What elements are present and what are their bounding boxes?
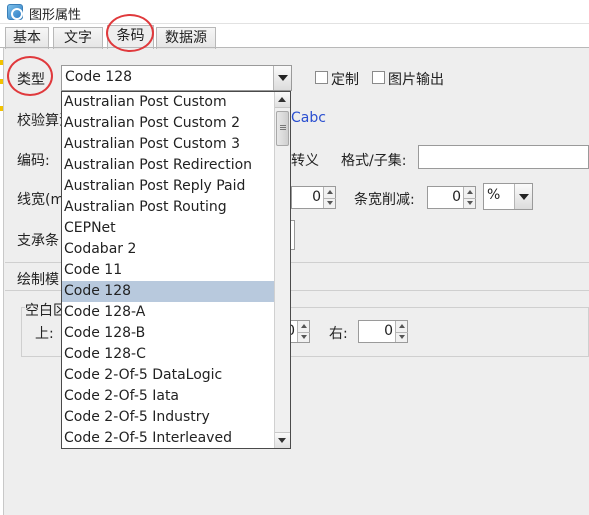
dropdown-option[interactable]: Codabar 2 <box>62 239 274 260</box>
image-output-checkbox[interactable] <box>372 71 385 84</box>
dropdown-option[interactable]: Australian Post Reply Paid <box>62 176 274 197</box>
ruler-marker <box>0 79 3 84</box>
right-margin-value: 0 <box>384 323 393 339</box>
tab-basic[interactable]: 基本 <box>5 27 49 49</box>
type-label: 类型 <box>17 72 45 88</box>
scroll-down-icon[interactable] <box>275 432 290 448</box>
spinner-buttons[interactable] <box>323 187 336 208</box>
bar-reduce-spinner[interactable]: 0 <box>427 186 476 209</box>
dropdown-option[interactable]: CEPNet <box>62 218 274 239</box>
dropdown-option[interactable]: Australian Post Redirection <box>62 155 274 176</box>
dropdown-option[interactable]: Australian Post Custom <box>62 92 274 113</box>
right-margin-label: 右: <box>329 326 348 342</box>
dropdown-scrollbar[interactable] <box>274 92 290 448</box>
dropdown-option[interactable]: Code 128-A <box>62 302 274 323</box>
spin-up-icon[interactable] <box>327 190 333 194</box>
tab-datasource[interactable]: 数据源 <box>156 27 216 49</box>
barcode-type-select[interactable]: Code 128 <box>61 65 292 91</box>
bar-reduce-value: 0 <box>452 189 461 205</box>
tab-strip: 基本 文字 条码 数据源 <box>0 24 589 49</box>
dropdown-option[interactable]: Code 128 <box>62 281 274 302</box>
line-width-value: 0 <box>312 189 321 205</box>
dropdown-option[interactable]: Code 128-C <box>62 344 274 365</box>
checksum-value: Cabc <box>291 110 326 126</box>
tab-text[interactable]: 文字 <box>53 27 103 49</box>
dropdown-arrow-button[interactable] <box>273 66 291 90</box>
spin-up-icon[interactable] <box>301 324 307 328</box>
chevron-down-icon <box>519 193 529 200</box>
top-margin-label: 上: <box>35 326 54 342</box>
escape-label: 转义 <box>291 153 319 169</box>
ruler-marker <box>0 60 3 65</box>
custom-checkbox[interactable] <box>315 71 328 84</box>
scrollbar-thumb[interactable] <box>276 111 289 146</box>
dropdown-arrow-button[interactable] <box>514 184 532 209</box>
chevron-down-icon <box>278 75 288 81</box>
dropdown-items: Australian Post Custom Australian Post Cu… <box>62 92 290 448</box>
line-width-label: 线宽(m <box>17 192 65 208</box>
draw-mode-label: 绘制模 <box>17 272 59 288</box>
format-label: 格式/子集: <box>341 153 407 169</box>
spinner-buttons[interactable] <box>297 321 310 342</box>
format-subset-input[interactable] <box>418 145 589 169</box>
unit-select[interactable]: % <box>483 183 533 210</box>
barcode-type-value: Code 128 <box>65 69 133 85</box>
tab-barcode[interactable]: 条码 <box>107 25 154 49</box>
tab-divider <box>0 47 589 48</box>
spin-down-icon[interactable] <box>467 201 473 205</box>
dropdown-option[interactable]: Australian Post Custom 2 <box>62 113 274 134</box>
spin-down-icon[interactable] <box>399 335 405 339</box>
window-title: 图形属性 <box>29 8 82 23</box>
app-icon <box>7 4 23 20</box>
barcode-properties-dialog: 图形属性 基本 文字 条码 数据源 类型 Code 128 定制 图片输出 校验… <box>0 0 589 515</box>
ruler-marker <box>0 106 3 111</box>
dropdown-option[interactable]: Code 11 <box>62 260 274 281</box>
right-margin-spinner[interactable]: 0 <box>358 320 408 343</box>
dropdown-option[interactable]: Code 2-Of-5 Iata <box>62 386 274 407</box>
spin-down-icon[interactable] <box>327 201 333 205</box>
spin-down-icon[interactable] <box>301 335 307 339</box>
title-bar: 图形属性 <box>0 0 589 24</box>
spinner-buttons[interactable] <box>463 187 476 208</box>
line-width-spinner[interactable]: 0 <box>291 186 336 209</box>
bar-reduce-label: 条宽削减: <box>354 192 415 208</box>
dropdown-option[interactable]: Code 2-Of-5 DataLogic <box>62 365 274 386</box>
scroll-up-icon[interactable] <box>275 92 290 108</box>
dropdown-option[interactable]: Code 2-Of-5 Interleaved <box>62 428 274 448</box>
spin-up-icon[interactable] <box>399 324 405 328</box>
image-output-label: 图片输出 <box>388 72 444 88</box>
dropdown-option[interactable]: Code 128-B <box>62 323 274 344</box>
custom-label: 定制 <box>331 72 359 88</box>
unit-value: % <box>487 187 501 203</box>
support-bar-label: 支承条 <box>17 233 59 249</box>
dropdown-option[interactable]: Code 2-Of-5 Industry <box>62 407 274 428</box>
left-ruler <box>0 48 4 515</box>
dropdown-option[interactable]: Australian Post Custom 3 <box>62 134 274 155</box>
encoding-label: 编码: <box>17 153 50 169</box>
dropdown-option[interactable]: Australian Post Routing <box>62 197 274 218</box>
barcode-type-dropdown-list[interactable]: Australian Post Custom Australian Post Cu… <box>61 91 291 449</box>
spinner-buttons[interactable] <box>395 321 408 342</box>
spin-up-icon[interactable] <box>467 190 473 194</box>
